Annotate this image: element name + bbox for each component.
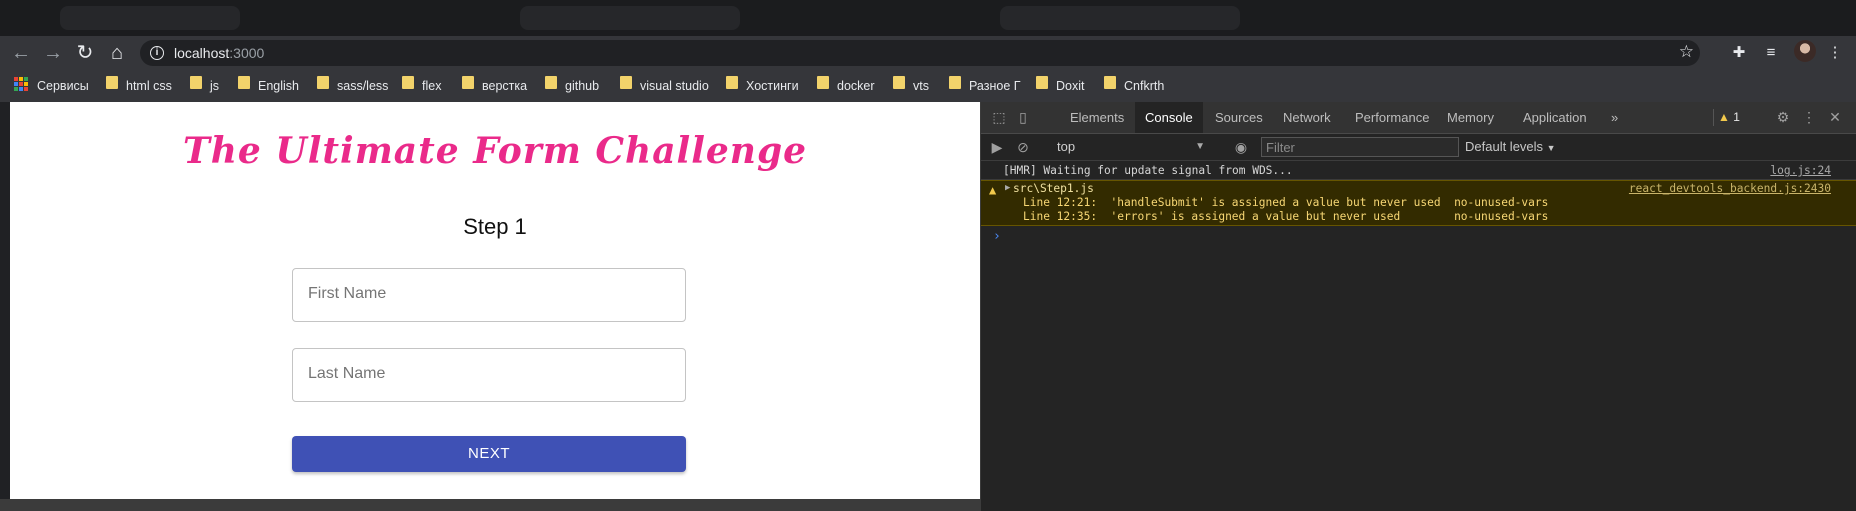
console-filter-input[interactable] [1261,137,1459,157]
home-icon[interactable]: ⌂ [104,40,130,66]
console-source-link[interactable]: log.js:24 [1770,162,1831,179]
chevron-down-icon: ▼ [1546,143,1556,153]
bookmark-star-icon[interactable]: ☆ [1679,42,1694,62]
warning-detail-line: Line 12:35: 'errors' is assigned a value… [1023,210,1549,223]
console-message: [HMR] Waiting for update signal from WDS… [981,162,1856,180]
expand-arrow-icon[interactable]: ▶ [1005,183,1010,193]
context-selector[interactable]: top ▼ [1057,137,1217,157]
bookmark-folder[interactable]: sass/less [337,76,388,96]
console-prompt[interactable]: › [993,229,1001,244]
browser-tab-strip [0,0,1856,36]
tab-elements[interactable]: Elements [1060,102,1134,133]
reload-icon[interactable]: ↻ [72,40,98,66]
url-text[interactable]: localhost:3000 [174,45,264,61]
folder-icon [462,76,474,89]
context-label: top [1057,139,1076,154]
folder-icon [817,76,829,89]
device-toolbar-icon[interactable]: ▯ [1015,109,1031,125]
warning-count-badge[interactable]: ▲ 1 [1713,109,1744,126]
more-tabs-icon[interactable]: » [1601,102,1628,133]
first-name-input[interactable] [306,284,670,304]
bookmark-folder[interactable]: flex [422,76,441,96]
folder-icon [402,76,414,89]
last-name-input[interactable] [306,364,670,384]
devtools-panel: ⬚ ▯ Elements Console Sources Network Per… [980,102,1856,511]
folder-icon [190,76,202,89]
bookmark-folder[interactable]: Хостинги [746,76,799,96]
page-title: The Ultimate Form Challenge [182,130,808,172]
bookmark-services[interactable]: Сервисы [37,76,89,96]
address-bar[interactable]: i localhost:3000 ☆ [140,40,1700,66]
folder-icon [949,76,961,89]
tab-console[interactable]: Console [1135,102,1203,133]
folder-icon [726,76,738,89]
bookmark-folder[interactable]: docker [837,76,875,96]
live-expression-eye-icon[interactable]: ◉ [1233,139,1249,155]
console-warning: ▲ ▶ src\Step1.js react_devtools_backend.… [981,180,1856,226]
bookmark-folder[interactable]: html css [126,76,172,96]
folder-icon [1104,76,1116,89]
next-button[interactable]: NEXT [292,436,686,472]
browser-tab[interactable] [520,6,740,30]
folder-icon [317,76,329,89]
devtools-tab-bar: ⬚ ▯ Elements Console Sources Network Per… [981,102,1856,134]
bookmark-folder[interactable]: Разное Г [969,76,1021,96]
settings-gear-icon[interactable]: ⚙ [1775,109,1791,125]
media-control-icon[interactable]: ≡ [1760,42,1782,64]
close-devtools-icon[interactable]: ✕ [1827,109,1843,125]
bookmark-folder[interactable]: Doxit [1056,76,1084,96]
warning-count: 1 [1733,110,1740,124]
log-levels-label: Default levels [1465,139,1544,154]
tab-application[interactable]: Application [1513,102,1597,133]
warning-icon: ▲ [989,183,997,197]
url-host: localhost [174,45,230,61]
step-heading: Step 1 [463,214,527,239]
profile-avatar[interactable] [1794,40,1816,62]
bookmark-folder[interactable]: github [565,76,599,96]
forward-icon[interactable]: → [40,40,66,66]
tab-performance[interactable]: Performance [1345,102,1439,133]
folder-icon [1036,76,1048,89]
last-name-field[interactable] [292,348,686,402]
tab-memory[interactable]: Memory [1437,102,1504,133]
page-viewport: The Ultimate Form Challenge Step 1 NEXT [10,102,980,499]
site-info-icon[interactable]: i [150,46,164,60]
chevron-down-icon: ▼ [1195,141,1205,152]
page-bottom-strip [0,499,980,511]
console-output: [HMR] Waiting for update signal from WDS… [981,162,1856,226]
bookmark-folder[interactable]: Cnfkrth [1124,76,1164,96]
apps-grid-icon[interactable] [14,77,28,91]
warning-source-link[interactable]: react_devtools_backend.js:2430 [1629,182,1831,195]
inspect-element-icon[interactable]: ⬚ [991,109,1007,125]
bookmark-folder[interactable]: English [258,76,299,96]
url-port: :3000 [229,45,265,61]
menu-icon[interactable]: ⋮ [1824,42,1846,64]
extensions-icon[interactable]: ✚ [1728,42,1750,64]
bookmark-folder[interactable]: vts [913,76,929,96]
bookmark-folder[interactable]: верстка [482,76,527,96]
bookmark-folder[interactable]: js [210,76,219,96]
folder-icon [106,76,118,89]
folder-icon [893,76,905,89]
browser-toolbar: ← → ↻ ⌂ i localhost:3000 ☆ ✚ ≡ ⋮ [0,36,1856,70]
folder-icon [238,76,250,89]
first-name-field[interactable] [292,268,686,322]
console-message-text: [HMR] Waiting for update signal from WDS… [1003,164,1293,177]
browser-tab[interactable] [1000,6,1240,30]
folder-icon [620,76,632,89]
sidebar-toggle-icon[interactable]: ▶ [989,139,1005,155]
folder-icon [545,76,557,89]
log-levels-dropdown[interactable]: Default levels ▼ [1465,137,1556,157]
clear-console-icon[interactable]: ⊘ [1015,139,1031,155]
console-toolbar: ▶ ⊘ top ▼ ◉ Default levels ▼ [981,134,1856,161]
tab-network[interactable]: Network [1273,102,1341,133]
warning-file[interactable]: src\Step1.js [1013,182,1094,195]
tab-sources[interactable]: Sources [1205,102,1273,133]
devtools-menu-icon[interactable]: ⋮ [1801,109,1817,125]
warning-icon: ▲ [1718,110,1730,124]
browser-tab[interactable] [60,6,240,30]
bookmark-folder[interactable]: visual studio [640,76,709,96]
back-icon[interactable]: ← [8,40,34,66]
warning-detail-line: Line 12:21: 'handleSubmit' is assigned a… [1023,196,1549,209]
